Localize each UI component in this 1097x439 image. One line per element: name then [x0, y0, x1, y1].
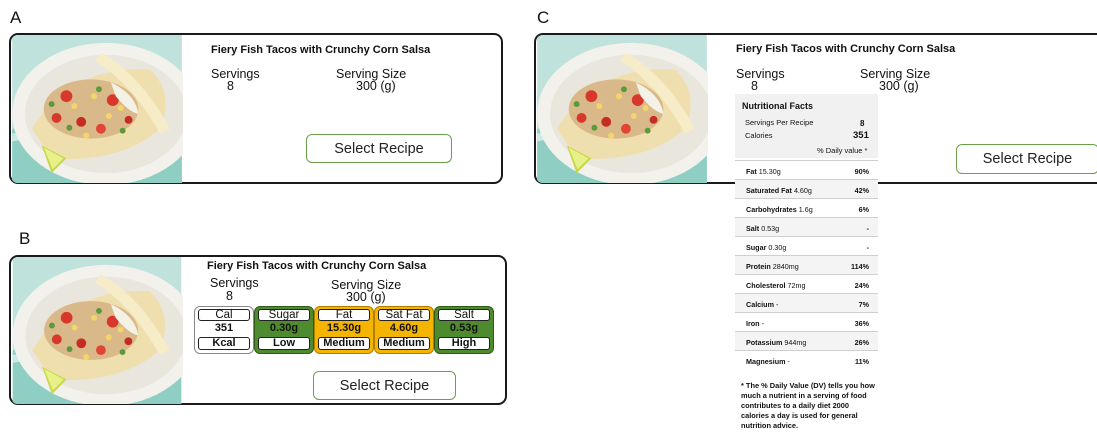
nutrient-name: Saturated Fat	[746, 186, 792, 195]
traffic-light-calories: Cal 351 Kcal	[194, 306, 254, 354]
nutrient-row: Saturated Fat 4.60g 42%	[735, 179, 878, 199]
nutrient-row: Iron - 36%	[735, 312, 878, 332]
nutrient-row: Calcium - 7%	[735, 293, 878, 313]
traffic-light-level: Kcal	[198, 337, 250, 350]
nutrient-percent: 36%	[854, 319, 869, 328]
recipe-photo	[11, 257, 183, 404]
calories-value: 351	[853, 130, 869, 141]
nutrient-amount: -	[775, 300, 779, 309]
nutrient-name: Magnesium	[746, 357, 786, 366]
traffic-light-level: Medium	[318, 337, 370, 350]
recipe-title: Fiery Fish Tacos with Crunchy Corn Salsa	[736, 43, 956, 55]
servings-value: 8	[751, 79, 758, 93]
traffic-light-value: 0.30g	[269, 322, 299, 334]
select-recipe-button[interactable]: Select Recipe	[306, 134, 452, 163]
nutrient-percent: -	[866, 243, 869, 252]
nutrient-amount: -	[787, 357, 790, 366]
nutrient-row: Magnesium - 11%	[735, 350, 878, 370]
nutrient-name: Cholesterol	[746, 281, 786, 290]
recipe-photo	[536, 35, 708, 183]
nutrient-amount: 0.30g	[768, 243, 787, 252]
nutrient-row: Potassium 944mg 26%	[735, 331, 878, 351]
recipe-photo	[11, 35, 183, 183]
traffic-light-fat: Fat 15.30g Medium	[314, 306, 374, 354]
nutrient-percent: -	[866, 224, 869, 233]
recipe-title: Fiery Fish Tacos with Crunchy Corn Salsa	[207, 260, 427, 272]
servings-per-recipe-value: 8	[860, 119, 865, 128]
nutrient-amount: 4.60g	[793, 186, 812, 195]
traffic-light-name: Fat	[318, 309, 370, 321]
nutrient-row: Protein 2840mg 114%	[735, 255, 878, 275]
servings-label: Servings	[736, 67, 785, 81]
nutrient-row: Fat 15.30g 90%	[735, 160, 878, 180]
traffic-light-level: Low	[258, 337, 310, 350]
nutrient-name: Fat	[746, 167, 757, 176]
select-recipe-button[interactable]: Select Recipe	[956, 144, 1097, 174]
nutrient-name: Iron	[746, 319, 760, 328]
nutrient-name: Calcium	[746, 300, 774, 309]
nutrient-name: Salt	[746, 224, 760, 233]
traffic-light-value: 15.30g	[326, 322, 362, 334]
servings-value: 8	[227, 79, 234, 93]
nutrition-heading: Nutritional Facts	[742, 101, 814, 111]
recipe-card-a[interactable]: Fiery Fish Tacos with Crunchy Corn Salsa…	[9, 33, 503, 184]
panel-label-a: A	[10, 8, 22, 27]
nutrient-percent: 90%	[854, 167, 869, 176]
nutrient-amount: 15.30g	[758, 167, 781, 176]
nutrient-percent: 7%	[858, 300, 869, 309]
nutrient-row: Cholesterol 72mg 24%	[735, 274, 878, 294]
nutrient-name: Potassium	[746, 338, 783, 347]
serving-size-value: 300 (g)	[356, 79, 396, 93]
traffic-light-salt: Salt 0.53g High	[434, 306, 494, 354]
nutrient-row: Salt 0.53g -	[735, 217, 878, 237]
nutrient-percent: 42%	[854, 186, 869, 195]
servings-value: 8	[226, 289, 233, 303]
serving-size-value: 300 (g)	[879, 79, 919, 93]
traffic-light-value: 351	[214, 322, 234, 334]
panel-label-b: B	[19, 229, 31, 248]
recipe-title: Fiery Fish Tacos with Crunchy Corn Salsa	[211, 44, 431, 56]
nutrition-facts-panel: Nutritional Facts Servings Per Recipe 8 …	[735, 94, 878, 439]
servings-label: Servings	[210, 276, 259, 290]
nutrient-amount: 944mg	[784, 338, 807, 347]
nutrient-amount: 2840mg	[772, 262, 799, 271]
serving-size-value: 300 (g)	[346, 290, 386, 304]
nutrient-name: Sugar	[746, 243, 767, 252]
nutrient-percent: 26%	[854, 338, 869, 347]
traffic-light-value: 4.60g	[389, 322, 419, 334]
nutrient-percent: 114%	[851, 262, 869, 271]
traffic-light-level: Medium	[378, 337, 430, 350]
traffic-light-sat-fat: Sat Fat 4.60g Medium	[374, 306, 434, 354]
nutrient-row: Carbohydrates 1.6g 6%	[735, 198, 878, 218]
daily-value-footnote: * The % Daily Value (DV) tells you how m…	[741, 381, 875, 430]
traffic-light-name: Salt	[438, 309, 490, 321]
panel-label-c: C	[537, 8, 550, 27]
nutrient-amount: 1.6g	[798, 205, 813, 214]
nutrient-percent: 6%	[858, 205, 869, 214]
traffic-light-level: High	[438, 337, 490, 350]
nutrient-row: Sugar 0.30g -	[735, 236, 878, 256]
nutrient-percent: 11%	[855, 357, 869, 366]
traffic-light-name: Sat Fat	[378, 309, 430, 321]
traffic-light-name: Sugar	[258, 309, 310, 321]
servings-per-recipe-label: Servings Per Recipe	[745, 118, 814, 127]
traffic-light-name: Cal	[198, 309, 250, 321]
nutrient-amount: 72mg	[787, 281, 806, 290]
nutrient-amount: 0.53g	[761, 224, 780, 233]
calories-label: Calories	[745, 131, 773, 140]
servings-label: Servings	[211, 67, 260, 81]
nutrient-amount: -	[761, 319, 764, 328]
select-recipe-button[interactable]: Select Recipe	[313, 371, 456, 400]
nutrient-percent: 24%	[854, 281, 869, 290]
daily-value-label: % Daily value *	[817, 146, 868, 155]
traffic-light-sugar: Sugar 0.30g Low	[254, 306, 314, 354]
traffic-light-value: 0.53g	[449, 322, 479, 334]
nutrient-name: Carbohydrates	[746, 205, 797, 214]
nutrient-name: Protein	[746, 262, 771, 271]
